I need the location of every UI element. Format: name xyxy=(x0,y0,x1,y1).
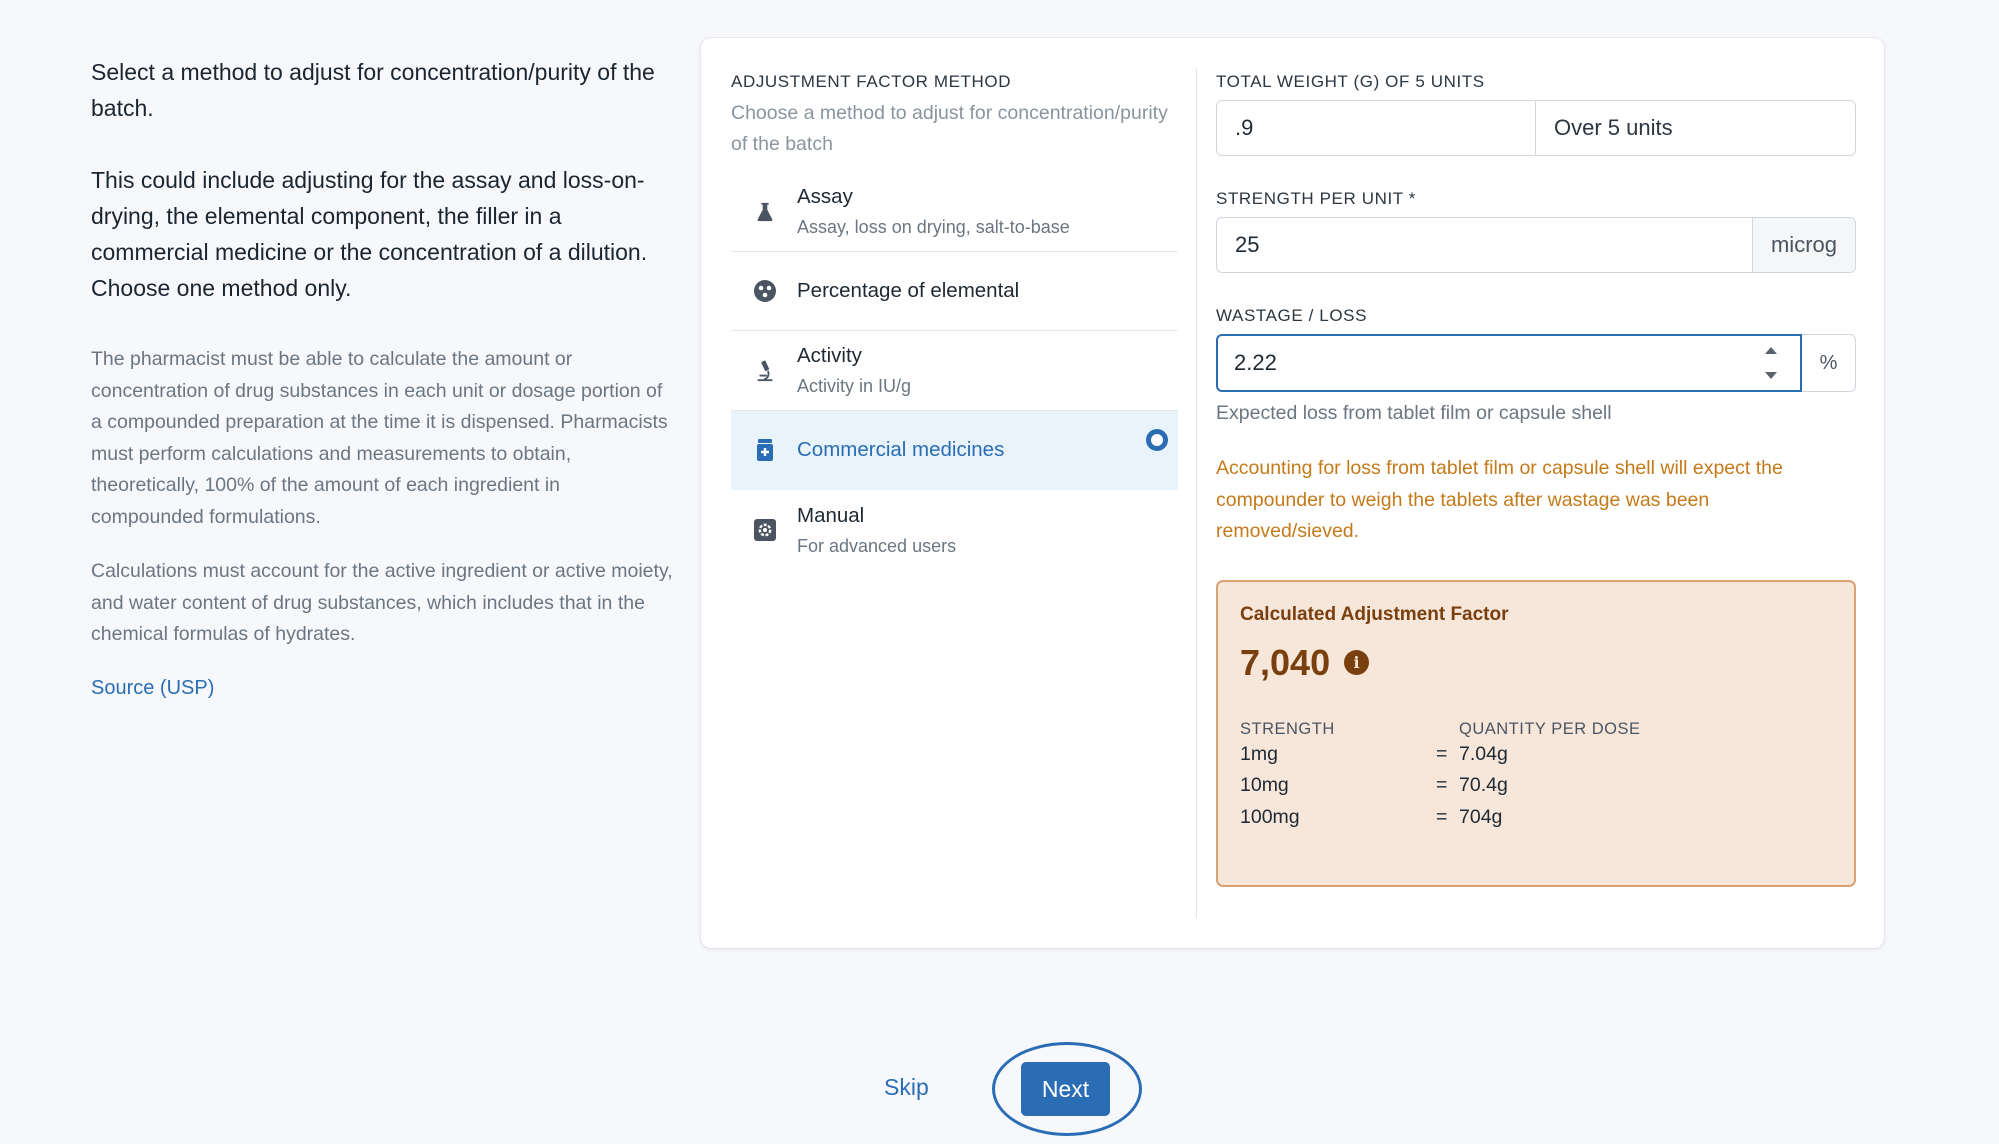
wastage-input-wrapper xyxy=(1216,334,1802,392)
method-list: Assay Assay, loss on drying, salt-to-bas… xyxy=(731,172,1178,570)
wastage-warning: Accounting for loss from tablet film or … xyxy=(1216,457,1783,542)
info-paragraph-2: Calculations must account for the active… xyxy=(91,560,673,645)
row-equals: = xyxy=(1436,774,1448,797)
method-column: ADJUSTMENT FACTOR METHOD Choose a method… xyxy=(731,72,1178,570)
strength-group: microg xyxy=(1216,217,1856,273)
wastage-input[interactable] xyxy=(1218,350,1800,376)
row-quantity: 704g xyxy=(1459,805,1503,828)
column-divider xyxy=(1196,68,1197,918)
atom-icon xyxy=(753,279,777,303)
method-title: Commercial medicines xyxy=(797,438,1005,461)
method-title: Percentage of elemental xyxy=(797,279,1020,302)
selected-radio-icon[interactable] xyxy=(1146,429,1168,451)
method-subtitle: For advanced users xyxy=(797,535,957,556)
strength-label: STRENGTH PER UNIT * xyxy=(1216,189,1416,208)
info-panel: Select a method to adjust for concentrat… xyxy=(91,54,673,700)
row-equals: = xyxy=(1436,805,1448,828)
skip-button[interactable]: Skip xyxy=(884,1074,929,1101)
adjustment-result-panel: Calculated Adjustment Factor 7,040 i STR… xyxy=(1216,579,1856,887)
method-item-manual[interactable]: Manual For advanced users xyxy=(731,490,1178,570)
column-header-strength: STRENGTH xyxy=(1240,719,1335,738)
fields-column: TOTAL WEIGHT (G) OF 5 UNITS Over 5 units… xyxy=(1216,72,1856,887)
column-header-quantity: QUANTITY PER DOSE xyxy=(1459,719,1641,738)
table-row: 100mg = 704g xyxy=(1240,802,1832,834)
row-strength: 100mg xyxy=(1240,805,1300,828)
method-item-activity[interactable]: Activity Activity in IU/g xyxy=(731,331,1178,411)
method-title: Manual xyxy=(797,503,865,527)
total-weight-block: TOTAL WEIGHT (G) OF 5 UNITS Over 5 units xyxy=(1216,72,1856,156)
row-strength: 10mg xyxy=(1240,774,1289,797)
method-title: Activity xyxy=(797,344,862,367)
method-subtitle: Activity in IU/g xyxy=(797,376,912,396)
strength-unit-addon: microg xyxy=(1751,218,1855,272)
wastage-block: WASTAGE / LOSS % Expected loss from tabl… xyxy=(1216,306,1856,425)
row-quantity: 70.4g xyxy=(1459,774,1508,797)
method-title: Assay xyxy=(797,185,853,208)
method-item-percentage-of-elemental[interactable]: Percentage of elemental xyxy=(731,252,1178,331)
source-link[interactable]: Source (USP) xyxy=(91,677,214,700)
medicine-bottle-icon xyxy=(753,438,777,462)
wastage-unit-addon: % xyxy=(1802,334,1856,392)
microscope-icon xyxy=(753,359,777,383)
result-title: Calculated Adjustment Factor xyxy=(1240,603,1509,625)
next-button[interactable]: Next xyxy=(1021,1062,1110,1116)
method-section-hint: Choose a method to adjust for concentrat… xyxy=(731,102,1168,155)
spin-down-icon[interactable] xyxy=(1765,372,1777,379)
table-row: 1mg = 7.04g xyxy=(1240,739,1832,771)
adjustment-card: ADJUSTMENT FACTOR METHOD Choose a method… xyxy=(701,38,1884,948)
info-paragraph-1: The pharmacist must be able to calculate… xyxy=(91,348,668,528)
info-lead-1: Select a method to adjust for concentrat… xyxy=(91,59,655,121)
strength-quantity-table: STRENGTH QUANTITY PER DOSE 1mg = 7.04g 1… xyxy=(1240,720,1832,834)
strength-input[interactable] xyxy=(1217,218,1752,272)
adjustment-factor-value: 7,040 xyxy=(1240,641,1331,683)
spin-up-icon[interactable] xyxy=(1765,347,1777,354)
method-section-label: ADJUSTMENT FACTOR METHOD xyxy=(731,72,1012,91)
method-subtitle: Assay, loss on drying, salt-to-base xyxy=(797,217,1070,237)
info-lead-2: This could include adjusting for the ass… xyxy=(91,167,648,301)
wastage-spinner[interactable] xyxy=(1762,347,1780,379)
result-value-row: 7,040 i xyxy=(1240,642,1832,684)
row-equals: = xyxy=(1436,742,1448,765)
total-weight-label: TOTAL WEIGHT (G) OF 5 UNITS xyxy=(1216,72,1485,91)
method-item-commercial-medicines[interactable]: Commercial medicines xyxy=(731,411,1178,490)
table-header: STRENGTH QUANTITY PER DOSE xyxy=(1240,720,1832,739)
gear-box-icon xyxy=(753,518,777,542)
method-item-assay[interactable]: Assay Assay, loss on drying, salt-to-bas… xyxy=(731,172,1178,252)
info-icon[interactable]: i xyxy=(1344,650,1370,675)
table-row: 10mg = 70.4g xyxy=(1240,770,1832,802)
wastage-group: % xyxy=(1216,334,1856,392)
wastage-help-text: Expected loss from tablet film or capsul… xyxy=(1216,402,1612,424)
row-quantity: 7.04g xyxy=(1459,742,1508,765)
flask-icon xyxy=(753,200,777,224)
strength-block: STRENGTH PER UNIT * microg xyxy=(1216,189,1856,273)
total-weight-units-addon[interactable]: Over 5 units xyxy=(1535,101,1855,155)
total-weight-group: Over 5 units xyxy=(1216,100,1856,156)
wastage-label: WASTAGE / LOSS xyxy=(1216,306,1368,325)
total-weight-input[interactable] xyxy=(1217,101,1535,155)
row-strength: 1mg xyxy=(1240,742,1278,765)
